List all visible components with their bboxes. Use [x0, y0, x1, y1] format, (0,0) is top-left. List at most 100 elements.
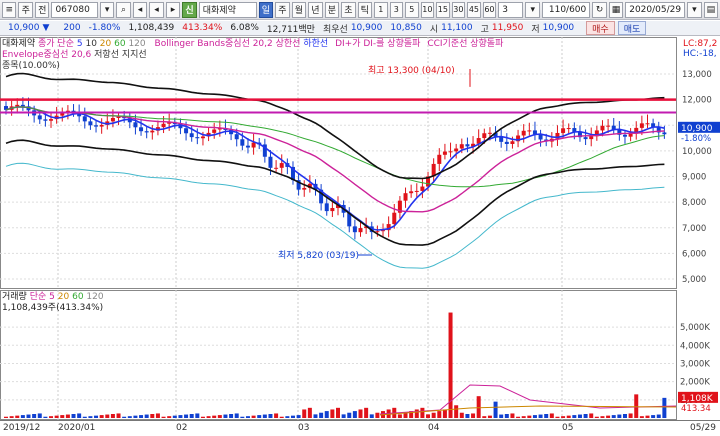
interval-60[interactable]: 60	[482, 1, 497, 18]
main-button[interactable]: 주	[18, 1, 33, 18]
tab-period-month[interactable]: 월	[291, 1, 307, 18]
refresh-icon[interactable]: ↻	[592, 1, 607, 18]
ma60-line	[5, 106, 665, 188]
search-icon[interactable]: ⌕	[116, 1, 131, 18]
last-price-tag-text: 10,900	[681, 124, 713, 134]
interval-select[interactable]: 3	[498, 1, 524, 18]
volume-bar	[324, 411, 329, 418]
volume-bar	[628, 413, 633, 418]
legend-bollinger: Bollinger Bands중심선 20,2	[154, 39, 273, 49]
tab-period-minute[interactable]: 분	[324, 1, 340, 18]
date-field[interactable]: 2020/05/29	[625, 1, 686, 18]
interval-15[interactable]: 15	[436, 1, 450, 18]
tab-period-tick[interactable]: 틱	[357, 1, 373, 18]
candle	[521, 130, 526, 136]
volume-bar	[555, 416, 560, 418]
legend-dmi: DI+가 DI-를 상향돌파	[335, 39, 421, 49]
candle	[437, 154, 442, 164]
volume-bar	[639, 416, 644, 418]
next-stock-icon[interactable]: ▸	[165, 1, 181, 18]
interval-10[interactable]: 10	[420, 1, 435, 18]
low-label: 저	[531, 24, 540, 35]
candle	[245, 145, 250, 148]
volume-bar	[307, 407, 312, 418]
legend-ma5: 5	[76, 39, 83, 49]
candle	[589, 136, 594, 140]
volume-bar	[26, 414, 31, 418]
stock-code-input[interactable]: 067080	[51, 1, 98, 18]
volume-bar	[347, 412, 352, 418]
volume-axis-label: 3,000K	[680, 359, 710, 369]
volume-bar	[465, 414, 470, 418]
speaker-icon[interactable]: ◂	[132, 1, 148, 18]
price-axis-label: 6,000	[682, 249, 706, 259]
volume-bar	[577, 414, 582, 418]
candle	[279, 163, 284, 168]
candle	[628, 133, 633, 137]
candle	[442, 151, 447, 155]
legend-upper: 상한선	[275, 39, 301, 49]
volume-bar	[583, 414, 588, 418]
volume-bar	[538, 414, 543, 418]
volume-bar	[234, 413, 239, 418]
candle	[454, 148, 459, 152]
interval-dropdown-icon[interactable]: ▾	[525, 1, 540, 18]
grid-icon[interactable]: ▤	[703, 1, 719, 18]
interval-1[interactable]: 1	[374, 1, 388, 18]
volume-bar	[122, 416, 127, 418]
bar-count-field[interactable]: 110/600	[541, 1, 591, 18]
legend-support: 지지선	[121, 50, 147, 60]
open-price: 11,100	[441, 23, 473, 33]
date-dropdown-icon[interactable]: ▾	[687, 1, 702, 18]
interval-5[interactable]: 5	[405, 1, 419, 18]
sell-button[interactable]: 매도	[617, 21, 647, 35]
volume-bar	[184, 414, 189, 418]
trade-amount: 12,711백만	[266, 24, 315, 35]
prev-stock-icon[interactable]: ◂	[149, 1, 164, 18]
volume-bar	[341, 414, 346, 418]
volume-bar	[139, 415, 144, 418]
volume-bar	[49, 416, 54, 418]
dropdown-icon[interactable]: ▾	[99, 1, 115, 18]
candle	[37, 115, 42, 120]
candle	[358, 228, 363, 233]
tab-period-second[interactable]: 초	[341, 1, 356, 18]
tab-period-year[interactable]: 년	[308, 1, 323, 18]
tab-period-week[interactable]: 주	[275, 1, 290, 18]
high-label: 고	[480, 24, 489, 35]
volume-bar	[420, 407, 425, 418]
volume-bar	[352, 411, 357, 418]
legend-cci: CCI기준선 상향돌파	[427, 39, 504, 49]
interval-45[interactable]: 45	[467, 1, 481, 18]
candle	[234, 134, 239, 140]
price-chart[interactable]: 13,00012,00011,00010,0009,0008,0007,0006…	[0, 37, 720, 289]
volume-bar	[656, 414, 661, 418]
price-axis-label: 8,000	[682, 198, 706, 208]
legend-ma120: 120	[128, 39, 146, 49]
candle	[49, 119, 54, 121]
volume-bar	[302, 409, 307, 418]
volume-bar	[504, 414, 509, 418]
legend-volume-name: 거래량	[2, 292, 27, 302]
legend-volume-ma: 단순	[29, 292, 47, 302]
legend-resist: 저항선	[94, 50, 119, 60]
price-chart-pane[interactable]: 13,00012,00011,00010,0009,0008,0007,0006…	[0, 37, 720, 289]
date-label: 2020/01	[58, 423, 96, 433]
volume-bar	[319, 412, 324, 418]
prev-button[interactable]: 전	[34, 1, 50, 18]
volume-bar	[476, 396, 481, 418]
volume-chart[interactable]: 5,000K4,000K3,000K2,000K1,000K1,108K413.…	[0, 290, 720, 420]
buy-button[interactable]: 매수	[586, 21, 615, 35]
volume-bar	[195, 413, 200, 418]
candle	[184, 128, 189, 134]
volume-bar	[532, 415, 537, 418]
tab-period-day[interactable]: 일	[258, 1, 274, 18]
volume-bar	[617, 414, 622, 418]
candle	[212, 129, 217, 133]
volume-chart-pane[interactable]: 5,000K4,000K3,000K2,000K1,000K1,108K413.…	[0, 290, 720, 420]
interval-30[interactable]: 30	[451, 1, 466, 18]
interval-3[interactable]: 3	[389, 1, 404, 18]
calendar-icon[interactable]: ▦	[608, 1, 624, 18]
volume-bar	[397, 414, 402, 418]
menu-icon[interactable]: ≡	[2, 1, 17, 18]
